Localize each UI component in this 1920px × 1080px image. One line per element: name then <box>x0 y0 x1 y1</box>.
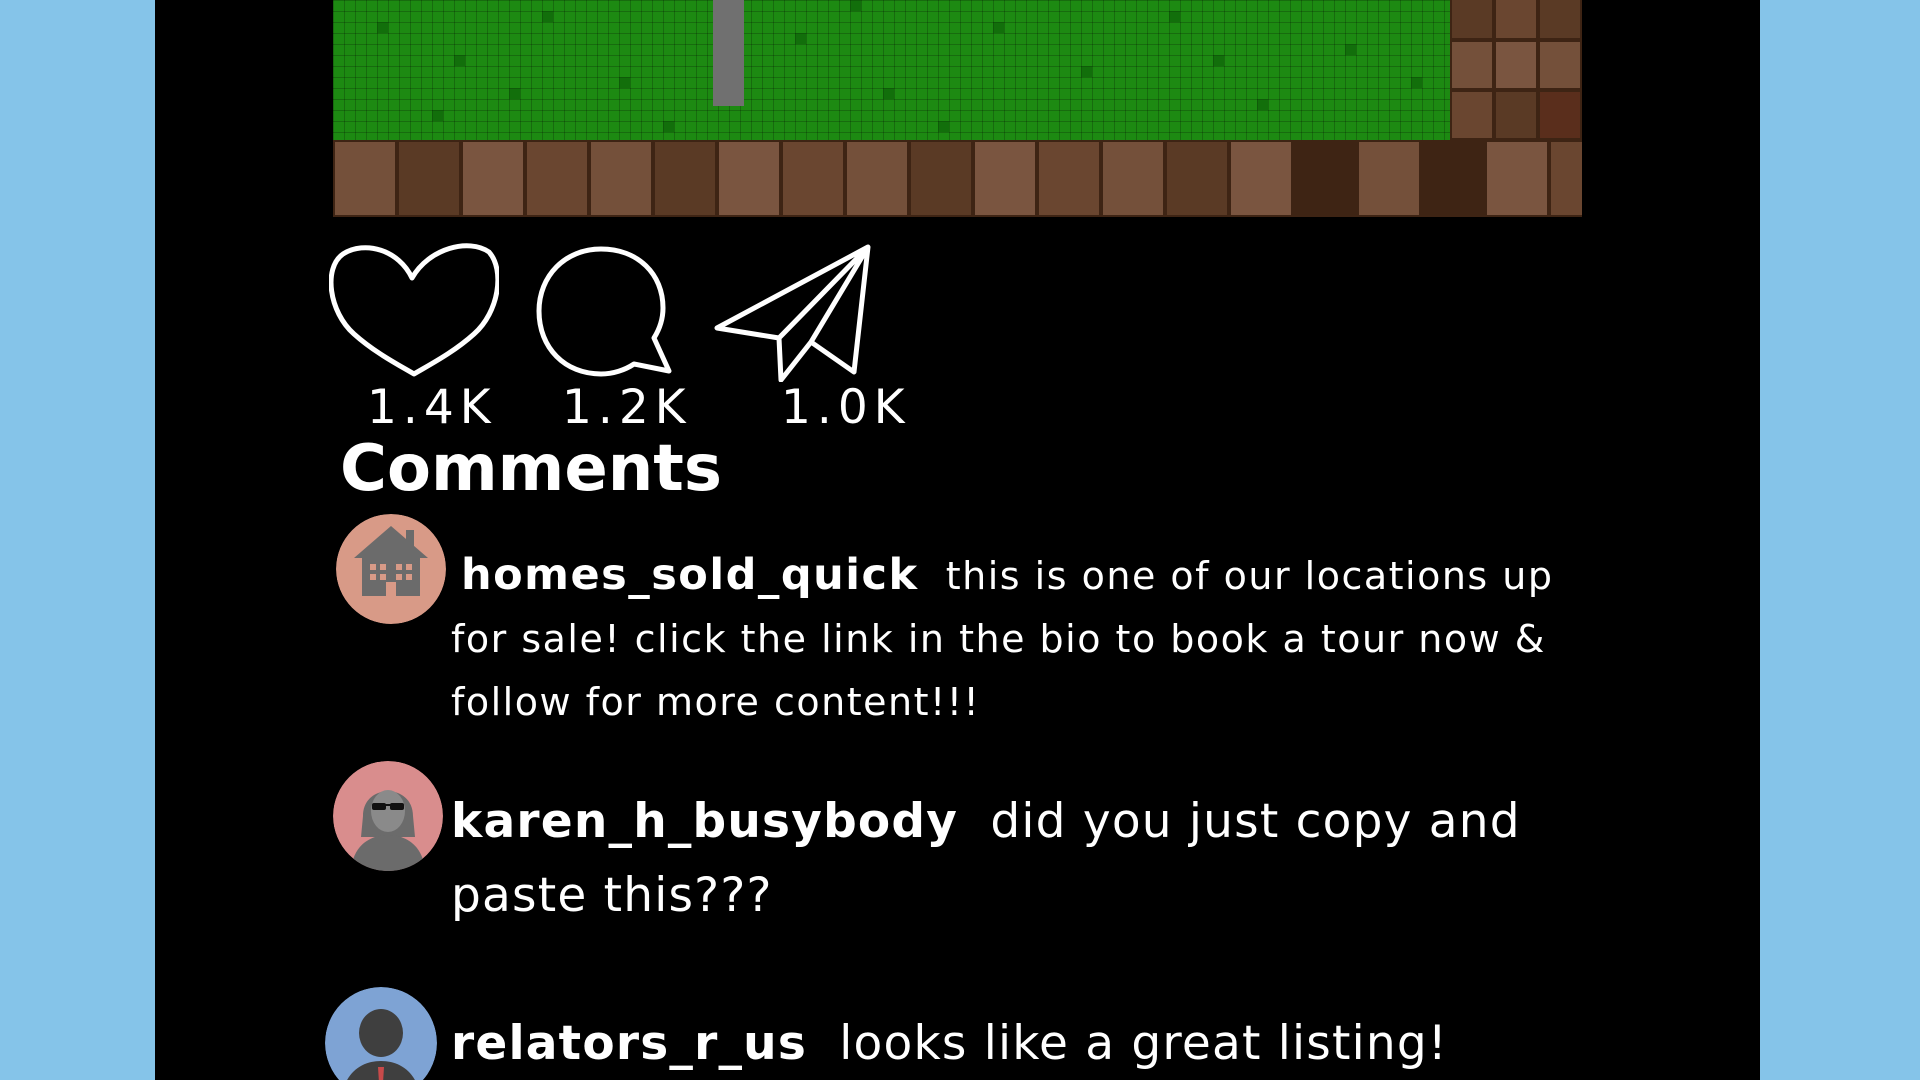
dirt-tile <box>1421 140 1485 217</box>
dirt-tile <box>1549 140 1582 217</box>
dirt-tile <box>1450 40 1494 90</box>
post-panel: 1.4K 1.2K 1.0K Comments homes_sold_quick… <box>155 0 1760 1080</box>
like-count: 1.4K <box>367 380 497 435</box>
person-avatar-icon[interactable] <box>325 987 437 1080</box>
dirt-tile <box>1494 40 1538 90</box>
dirt-tile <box>1485 140 1549 217</box>
comment-body: looks like a great listing! <box>839 1016 1448 1071</box>
woman-sunglasses-avatar-icon[interactable] <box>333 761 443 871</box>
dirt-tile <box>1450 0 1494 40</box>
dirt-tile <box>909 140 973 217</box>
speech-bubble-icon[interactable] <box>533 244 683 384</box>
dirt-tile <box>1494 90 1538 140</box>
dirt-tile <box>1538 0 1582 40</box>
comment-item: homes_sold_quick this is one of our loca… <box>451 544 1581 734</box>
grass-texture <box>333 0 1450 140</box>
house-avatar-icon[interactable] <box>336 514 446 624</box>
post-image[interactable] <box>333 0 1582 217</box>
dirt-tile <box>589 140 653 217</box>
dirt-tile <box>653 140 717 217</box>
heart-icon[interactable] <box>329 242 499 377</box>
comment-username[interactable]: relators_r_us <box>451 1016 807 1071</box>
paper-plane-icon[interactable] <box>713 242 873 382</box>
dirt-tile <box>525 140 589 217</box>
dirt-tile <box>461 140 525 217</box>
comment-username[interactable]: homes_sold_quick <box>461 550 919 600</box>
dirt-tile <box>781 140 845 217</box>
dirt-tile <box>1494 0 1538 40</box>
comment-count: 1.2K <box>562 380 692 435</box>
comment-username[interactable]: karen_h_busybody <box>451 794 958 849</box>
dirt-tile <box>1037 140 1101 217</box>
stone-pillar <box>713 0 744 106</box>
dirt-tile <box>1357 140 1421 217</box>
dirt-tile <box>1538 90 1582 140</box>
dirt-tile <box>1165 140 1229 217</box>
dirt-tile <box>333 140 397 217</box>
dirt-tile <box>1538 40 1582 90</box>
comment-item: relators_r_us looks like a great listing… <box>451 1007 1581 1080</box>
comment-item: karen_h_busybody did you just copy and p… <box>451 785 1581 933</box>
dirt-tile <box>1450 90 1494 140</box>
comments-heading: Comments <box>340 432 722 506</box>
share-count: 1.0K <box>781 380 911 435</box>
dirt-tile <box>397 140 461 217</box>
dirt-tile <box>845 140 909 217</box>
dirt-tile <box>1101 140 1165 217</box>
dirt-tile <box>1229 140 1293 217</box>
dirt-tile <box>717 140 781 217</box>
dirt-tile <box>973 140 1037 217</box>
dirt-tile <box>1293 140 1357 217</box>
grass-tiles <box>333 0 1450 140</box>
